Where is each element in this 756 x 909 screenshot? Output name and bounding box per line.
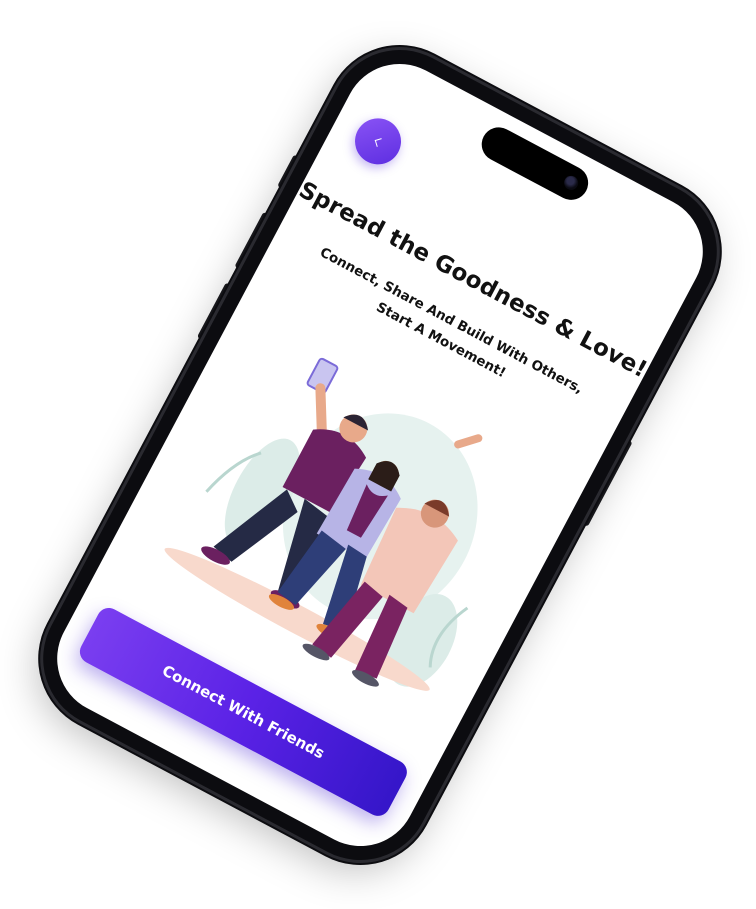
camera-icon xyxy=(561,173,581,193)
back-button[interactable] xyxy=(346,110,410,173)
chevron-left-icon xyxy=(374,137,384,147)
waving-hand xyxy=(454,434,483,449)
arm xyxy=(315,383,327,440)
phone-device: Spread the Goodness & Love! Connect, Sha… xyxy=(18,25,742,885)
stage: Spread the Goodness & Love! Connect, Sha… xyxy=(0,0,756,909)
